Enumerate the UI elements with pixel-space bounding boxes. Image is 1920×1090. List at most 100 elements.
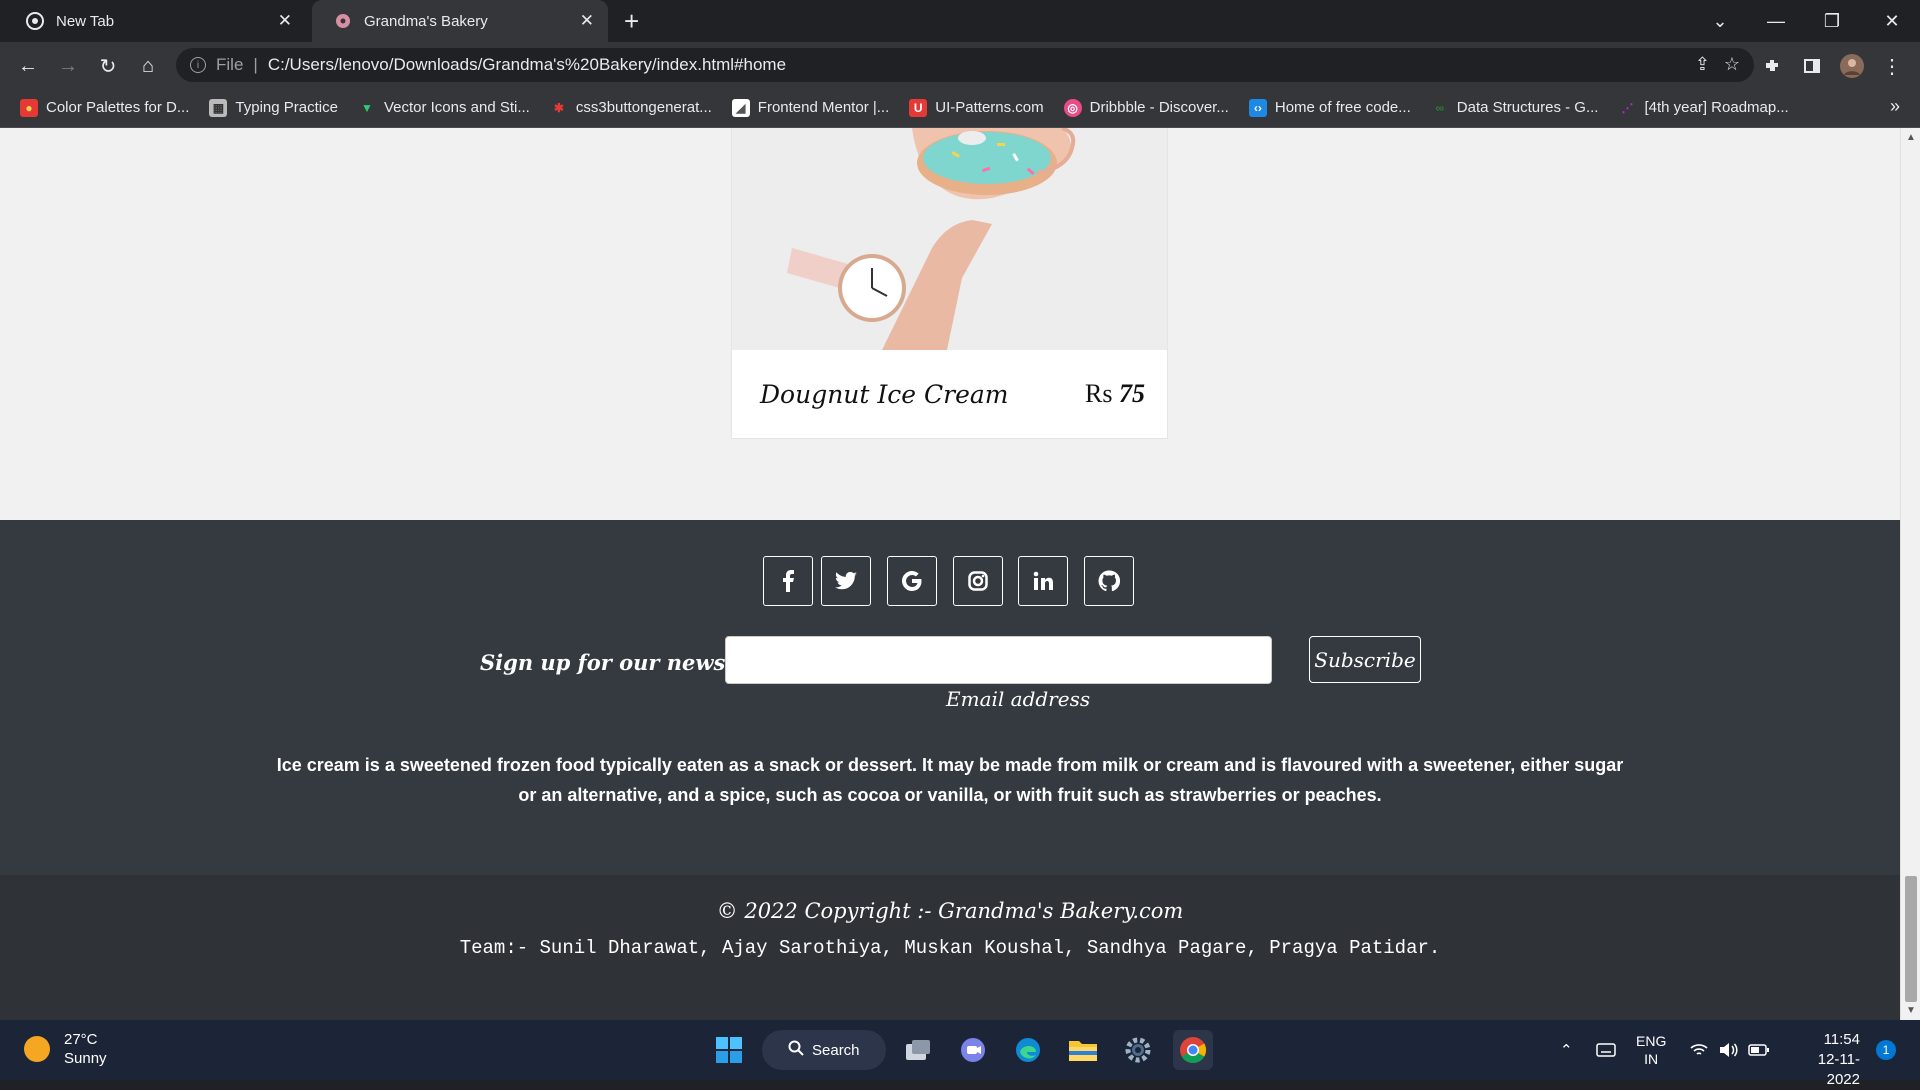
github-icon[interactable]: [1084, 556, 1134, 606]
search-label: Search: [812, 1041, 860, 1059]
volume-icon[interactable]: [1718, 1020, 1738, 1080]
product-name: Dougnut Ice Cream: [760, 379, 1009, 409]
twitter-icon[interactable]: [821, 556, 871, 606]
facebook-icon[interactable]: [763, 556, 813, 606]
page-scrollbar[interactable]: ▲ ▼: [1900, 128, 1920, 1020]
windows-start-icon[interactable]: [709, 1030, 749, 1070]
chrome-taskbar-icon[interactable]: [1173, 1030, 1213, 1070]
bookmark-item[interactable]: ‹› Home of free code...: [1248, 98, 1411, 117]
browser-chrome: New Tab ✕ Grandma's Bakery ✕ + ⌄ — ❐ ✕ ←…: [0, 0, 1920, 128]
scrollbar-thumb[interactable]: [1905, 876, 1917, 1002]
tab-strip: New Tab ✕ Grandma's Bakery ✕ + ⌄ — ❐ ✕: [0, 0, 1920, 42]
donut-icon: [334, 12, 352, 30]
reload-icon[interactable]: ↻: [92, 50, 124, 82]
tab-new-tab[interactable]: New Tab ✕: [0, 0, 306, 42]
clock[interactable]: 11:54 12-11-2022: [1786, 1030, 1860, 1090]
forward-icon[interactable]: →: [52, 50, 84, 82]
url-text[interactable]: C:/Users/lenovo/Downloads/Grandma's%20Ba…: [268, 55, 786, 75]
chrome-icon: [26, 12, 44, 30]
back-icon[interactable]: ←: [12, 50, 44, 82]
team-credits: Team:- Sunil Dharawat, Ajay Sarothiya, M…: [459, 937, 1441, 959]
scroll-up-icon[interactable]: ▲: [1906, 132, 1916, 143]
ui-patterns-icon: U: [909, 98, 928, 117]
tab-search-icon[interactable]: ⌄: [1692, 0, 1748, 42]
minimize-icon[interactable]: —: [1748, 0, 1804, 42]
frontend-mentor-icon: ◢: [731, 98, 750, 117]
clock-time: 11:54: [1823, 1031, 1860, 1048]
tab-grandmas-bakery[interactable]: Grandma's Bakery ✕: [312, 0, 608, 42]
bookmark-item[interactable]: ✱ css3buttongenerat...: [550, 99, 712, 117]
google-icon[interactable]: [887, 556, 937, 606]
lang-line2: IN: [1644, 1051, 1659, 1067]
close-tab-icon[interactable]: ✕: [278, 11, 292, 31]
email-hint: Email address: [946, 687, 1091, 711]
bookmark-item[interactable]: U UI-Patterns.com: [909, 98, 1044, 117]
show-hidden-icons[interactable]: ⌃: [1560, 1020, 1573, 1080]
keyboard-icon[interactable]: [1596, 1020, 1616, 1080]
side-panel-icon[interactable]: [1796, 50, 1828, 82]
bookmark-item[interactable]: ∞ Data Structures - G...: [1431, 99, 1598, 117]
bookmarks-bar: ● Color Palettes for D... ▦ Typing Practic…: [0, 88, 1920, 128]
more-bookmarks-icon[interactable]: »: [1890, 96, 1900, 117]
site-footer: Sign up for our newsletter Email address…: [0, 520, 1900, 875]
close-window-icon[interactable]: ✕: [1864, 0, 1920, 42]
roadmap-icon: ⋰: [1621, 100, 1634, 115]
price-value: 75: [1119, 379, 1145, 408]
notification-badge[interactable]: 1: [1876, 1040, 1896, 1060]
new-tab-icon[interactable]: +: [624, 6, 639, 37]
wifi-icon[interactable]: [1690, 1020, 1708, 1080]
product-price: Rs 75: [1085, 379, 1145, 409]
dribbble-icon: ◎: [1063, 98, 1082, 117]
star-icon[interactable]: ☆: [1724, 54, 1740, 75]
lang-line1: ENG: [1636, 1033, 1667, 1049]
restore-icon[interactable]: ❐: [1804, 0, 1860, 42]
address-bar[interactable]: i File | C:/Users/lenovo/Downloads/Grand…: [176, 48, 1754, 82]
taskbar-search[interactable]: Search: [762, 1030, 886, 1070]
search-icon: [788, 1040, 804, 1060]
star-burst-icon: ✱: [553, 100, 564, 115]
product-caption: Dougnut Ice Cream Rs 75: [732, 350, 1167, 438]
copyright-text: © 2022 Copyright :- Grandma's Bakery.com: [716, 899, 1184, 923]
palette-icon: ●: [20, 98, 38, 117]
email-field[interactable]: [725, 636, 1272, 684]
currency: Rs: [1085, 379, 1113, 408]
edge-icon[interactable]: [1008, 1030, 1048, 1070]
language-indicator[interactable]: ENG IN: [1636, 1020, 1666, 1080]
profile-avatar[interactable]: [1836, 50, 1868, 82]
bookmark-item[interactable]: ▦ Typing Practice: [209, 98, 338, 117]
teams-chat-icon[interactable]: [953, 1030, 993, 1070]
bookmark-item[interactable]: ▼ Vector Icons and Sti...: [358, 99, 530, 117]
code-icon: ‹›: [1248, 98, 1267, 117]
product-image: [732, 128, 1167, 350]
subscribe-button[interactable]: Subscribe: [1309, 636, 1421, 683]
close-tab-icon[interactable]: ✕: [580, 11, 594, 31]
tab-title: New Tab: [56, 12, 115, 30]
scroll-down-icon[interactable]: ▼: [1906, 1005, 1916, 1016]
share-icon[interactable]: ⇪: [1695, 54, 1710, 75]
product-card[interactable]: Dougnut Ice Cream Rs 75: [731, 128, 1168, 439]
task-view-icon[interactable]: [898, 1030, 938, 1070]
page-viewport: Dougnut Ice Cream Rs 75 Sign up for our …: [0, 128, 1900, 1020]
instagram-icon[interactable]: [953, 556, 1003, 606]
copyright-section: © 2022 Copyright :- Grandma's Bakery.com…: [0, 875, 1900, 1020]
bookmark-item[interactable]: ◎ Dribbble - Discover...: [1063, 98, 1229, 117]
bookmark-item[interactable]: ● Color Palettes for D...: [20, 98, 189, 117]
linkedin-icon[interactable]: [1018, 556, 1068, 606]
clock-date: 12-11-2022: [1817, 1051, 1860, 1088]
keyboard-icon: ▦: [209, 98, 228, 117]
bookmark-item[interactable]: ⋰ [4th year] Roadmap...: [1618, 99, 1788, 117]
menu-icon[interactable]: ⋮: [1876, 50, 1908, 82]
extensions-icon[interactable]: [1756, 50, 1788, 82]
home-icon[interactable]: ⌂: [132, 50, 164, 82]
bookmark-item[interactable]: ◢ Frontend Mentor |...: [731, 98, 889, 117]
battery-icon[interactable]: [1748, 1020, 1770, 1080]
info-icon[interactable]: i: [190, 57, 206, 73]
file-explorer-icon[interactable]: [1063, 1030, 1103, 1070]
taskbar: 27°C Sunny Search ⌃ ENG IN 11:54 12-11-2…: [0, 1020, 1920, 1088]
settings-icon[interactable]: [1118, 1030, 1158, 1070]
weather-temp: 27°C: [64, 1031, 98, 1048]
about-text: Ice cream is a sweetened frozen food typ…: [276, 755, 1624, 805]
divider: |: [253, 55, 258, 74]
vector-icon: ▼: [360, 100, 373, 115]
weather-widget[interactable]: 27°C Sunny: [24, 1030, 107, 1068]
